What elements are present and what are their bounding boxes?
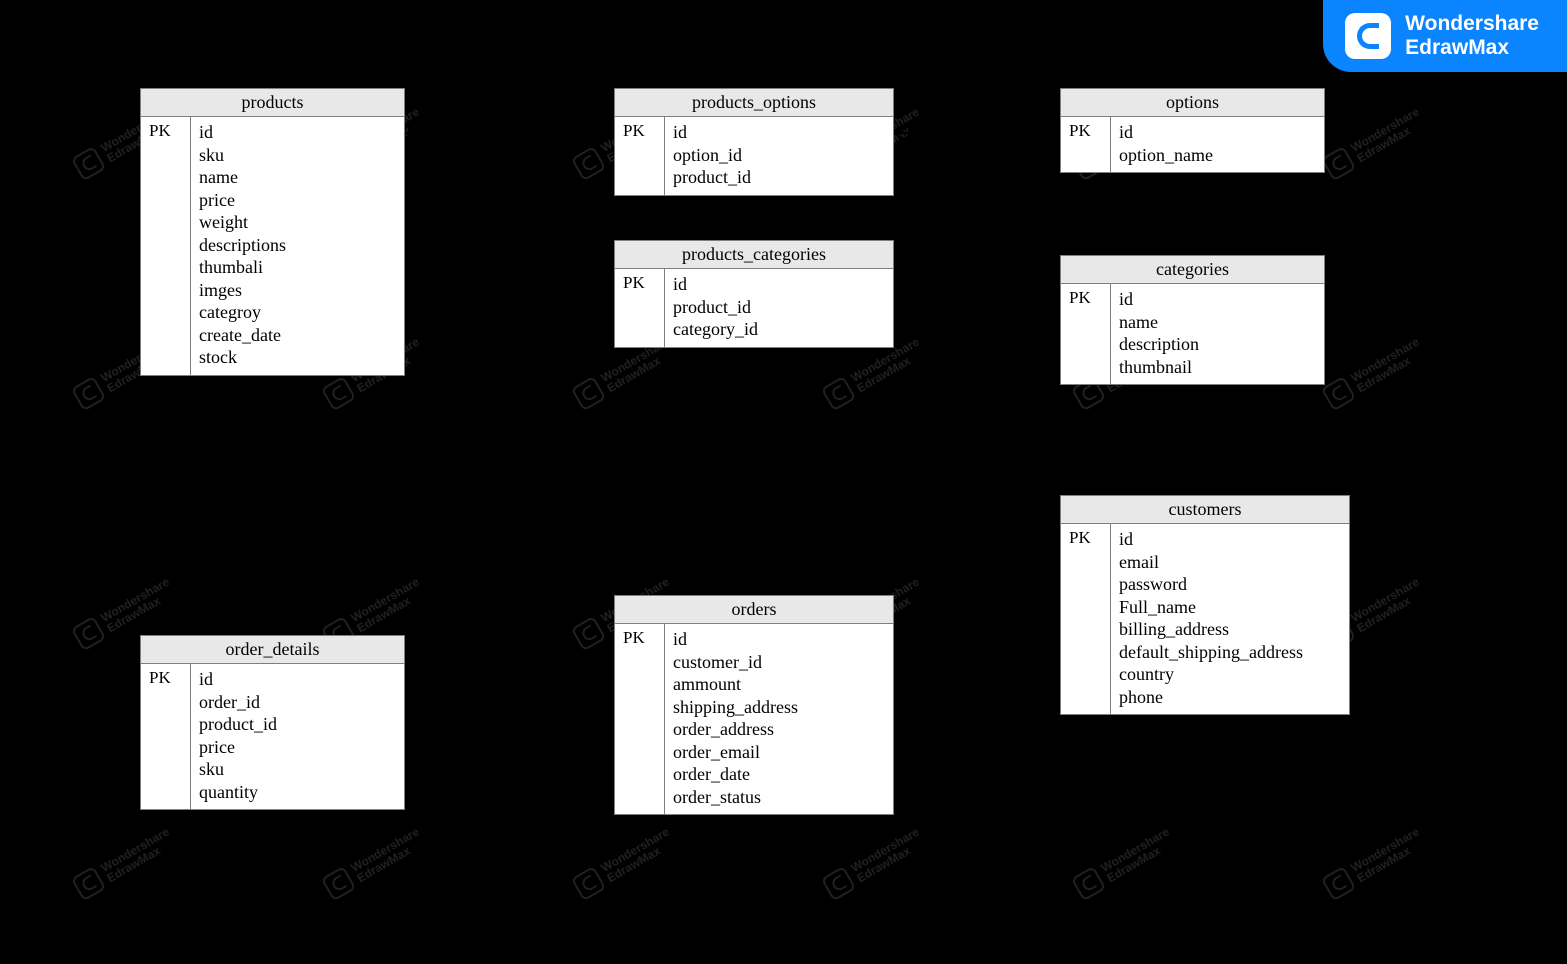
entity-products-options[interactable]: products_options PK id option_id product… [614, 88, 894, 196]
entity-attrs: id name description thumbnail [1111, 284, 1324, 384]
entity-title: products [141, 89, 404, 117]
watermark: WondershareEdrawMax [821, 825, 928, 902]
entity-attrs: id email password Full_name billing_addr… [1111, 524, 1349, 714]
entity-title: order_details [141, 636, 404, 664]
watermark: WondershareEdrawMax [1071, 825, 1178, 902]
entity-options[interactable]: options PK id option_name [1060, 88, 1325, 173]
watermark: WondershareEdrawMax [1321, 335, 1428, 412]
entity-attrs: id sku name price weight descriptions th… [191, 117, 404, 375]
pk-label: PK [141, 117, 191, 375]
diagram-canvas: WondershareEdrawMax WondershareEdrawMax … [0, 0, 1567, 964]
watermark: WondershareEdrawMax [571, 825, 678, 902]
entity-categories[interactable]: categories PK id name description thumbn… [1060, 255, 1325, 385]
wondershare-badge: Wondershare EdrawMax [1323, 0, 1567, 72]
watermark: WondershareEdrawMax [321, 825, 428, 902]
pk-label: PK [1061, 284, 1111, 384]
entity-title: products_categories [615, 241, 893, 269]
pk-label: PK [1061, 524, 1111, 714]
entity-attrs: id product_id category_id [665, 269, 893, 347]
pk-label: PK [615, 117, 665, 195]
entity-products[interactable]: products PK id sku name price weight des… [140, 88, 405, 376]
entity-order-details[interactable]: order_details PK id order_id product_id … [140, 635, 405, 810]
entity-products-categories[interactable]: products_categories PK id product_id cat… [614, 240, 894, 348]
entity-attrs: id order_id product_id price sku quantit… [191, 664, 404, 809]
entity-customers[interactable]: customers PK id email password Full_name… [1060, 495, 1350, 715]
edrawmax-logo-icon [1345, 13, 1391, 59]
entity-attrs: id customer_id ammount shipping_address … [665, 624, 893, 814]
entity-attrs: id option_name [1111, 117, 1324, 172]
entity-orders[interactable]: orders PK id customer_id ammount shippin… [614, 595, 894, 815]
entity-attrs: id option_id product_id [665, 117, 893, 195]
watermark: WondershareEdrawMax [1321, 105, 1428, 182]
pk-label: PK [1061, 117, 1111, 172]
pk-label: PK [141, 664, 191, 809]
pk-label: PK [615, 624, 665, 814]
entity-title: products_options [615, 89, 893, 117]
badge-line1: Wondershare [1405, 12, 1539, 36]
entity-title: customers [1061, 496, 1349, 524]
entity-title: options [1061, 89, 1324, 117]
watermark: WondershareEdrawMax [71, 825, 178, 902]
entity-title: categories [1061, 256, 1324, 284]
entity-title: orders [615, 596, 893, 624]
badge-line2: EdrawMax [1405, 36, 1539, 60]
pk-label: PK [615, 269, 665, 347]
watermark: WondershareEdrawMax [1321, 825, 1428, 902]
